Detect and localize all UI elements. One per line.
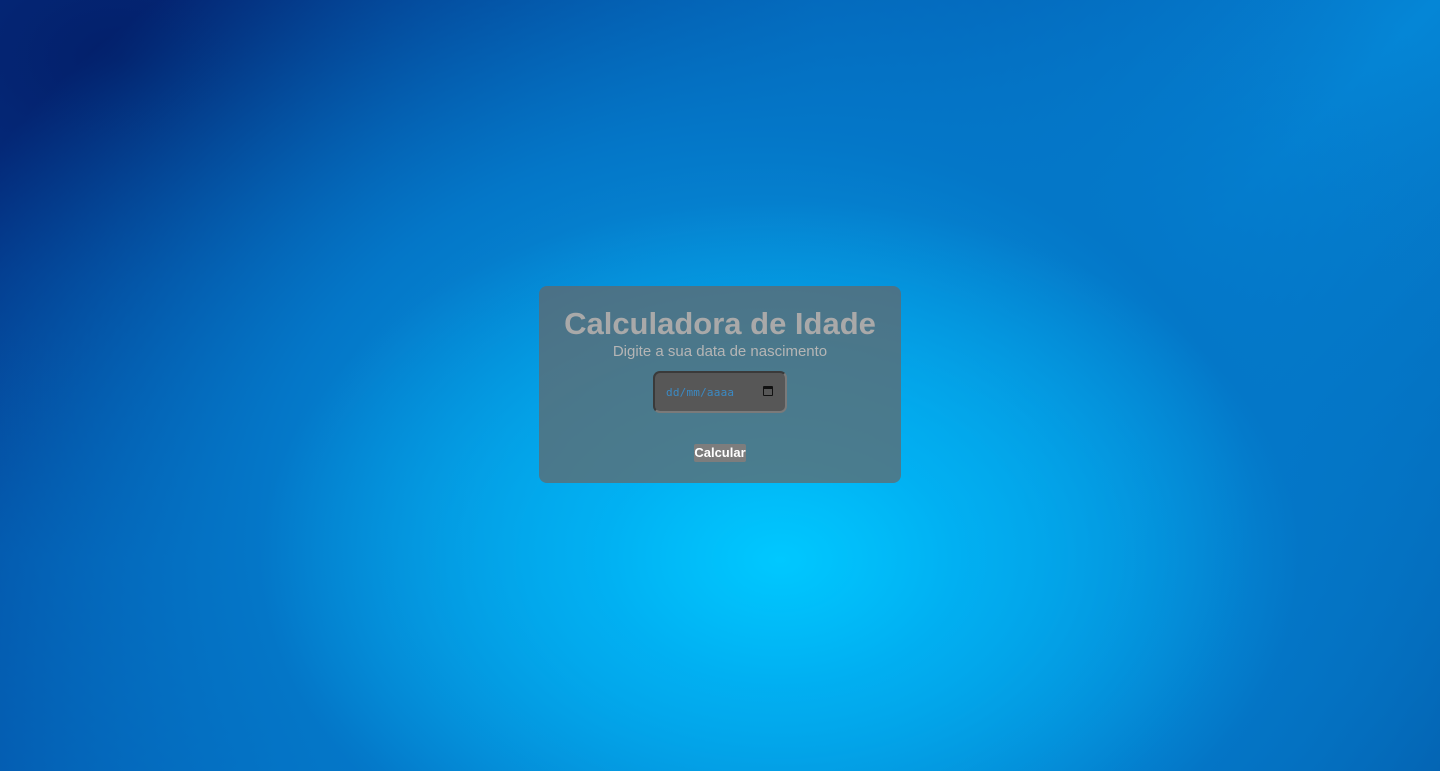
- instruction-text: Digite a sua data de nascimento: [612, 343, 828, 360]
- age-calculator-card: Calculadora de Idade Digite a sua data d…: [539, 286, 901, 483]
- calculate-button[interactable]: Calcular: [694, 444, 746, 462]
- birthdate-placeholder: dd/mm/aaaa: [666, 385, 735, 399]
- calendar-icon[interactable]: [763, 386, 773, 396]
- page-title: Calculadora de Idade: [564, 306, 876, 341]
- birthdate-input[interactable]: dd/mm/aaaa: [653, 371, 787, 413]
